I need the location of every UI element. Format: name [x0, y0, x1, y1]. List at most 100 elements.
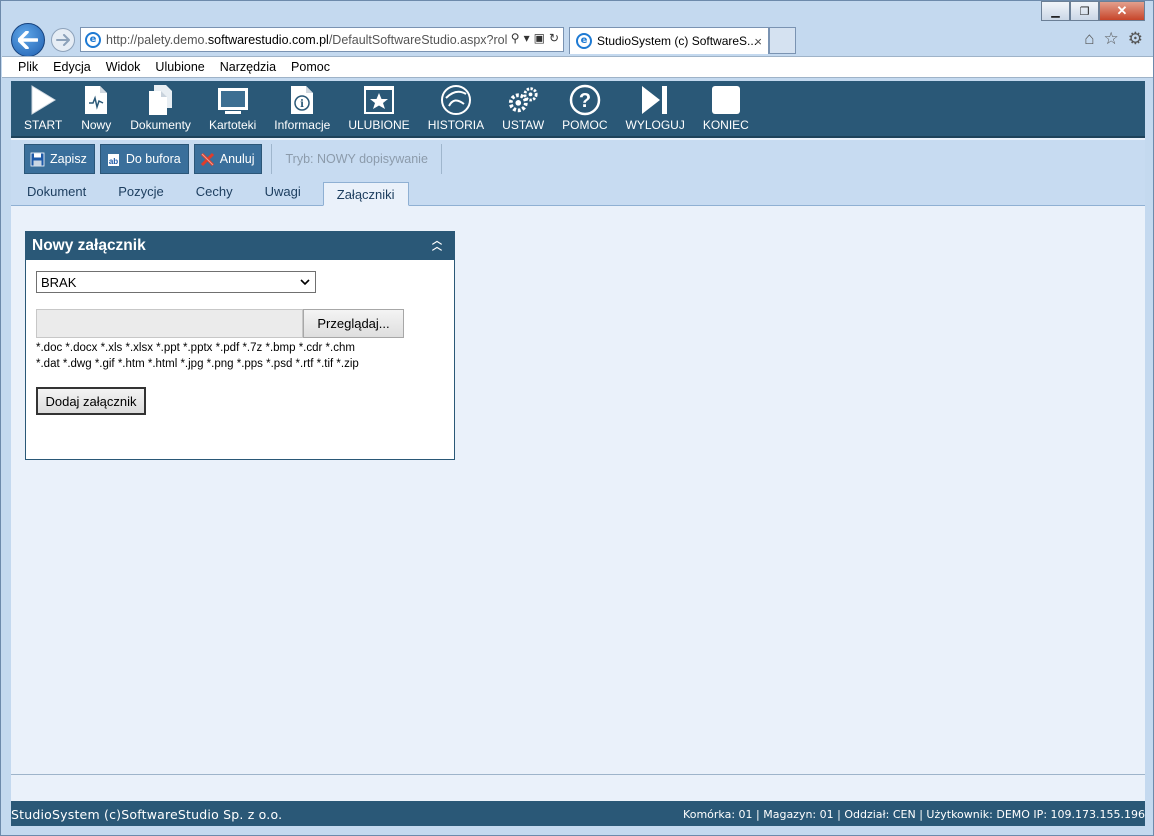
toolbar-dokumenty[interactable]: Dokumenty — [121, 81, 200, 136]
attachment-type-select[interactable]: BRAK — [36, 271, 316, 293]
menu-bar: Plik Edycja Widok Ulubione Narzędzia Pom… — [2, 56, 1153, 78]
tab-dokument[interactable]: Dokument — [17, 178, 96, 205]
chevron-down-icon[interactable]: ▾ — [524, 31, 530, 45]
mode-label: Tryb: NOWY dopisywanie — [285, 152, 428, 166]
svg-text:i: i — [300, 99, 304, 110]
chevron-down-icon — [300, 279, 310, 286]
new-document-icon — [85, 86, 108, 114]
allowed-extensions: *.doc *.docx *.xls *.xlsx *.ppt *.pptx *… — [36, 340, 446, 372]
application: START Nowy Dokumenty Kartoteki i Informa… — [11, 81, 1145, 826]
toolbar-historia[interactable]: HISTORIA — [419, 81, 493, 136]
new-tab-button[interactable] — [769, 27, 796, 54]
collapse-icon[interactable]: ︿ ︿ — [432, 237, 442, 253]
menu-item-narzedzia[interactable]: Narzędzia — [220, 60, 276, 74]
floppy-disk-icon — [30, 152, 45, 166]
toolbar-label: KONIEC — [702, 118, 749, 132]
to-buffer-button[interactable]: ab Do bufora — [99, 144, 189, 174]
monitor-icon — [217, 88, 248, 114]
address-domain: softwarestudio.com.pl — [207, 32, 329, 47]
home-icon[interactable]: ⌂ — [1084, 29, 1094, 49]
save-label: Zapisz — [50, 152, 87, 166]
info-icon: i — [291, 86, 314, 114]
help-icon: ? — [569, 84, 601, 116]
close-window-button[interactable]: ✕ — [1099, 1, 1145, 21]
extensions-line: *.dat *.dwg *.gif *.htm *.html *.jpg *.p… — [36, 358, 359, 370]
buffer-icon: ab — [107, 153, 119, 166]
cancel-label: Anuluj — [219, 152, 255, 166]
favorites-star-icon[interactable]: ☆ — [1104, 29, 1119, 49]
file-path-input[interactable] — [36, 309, 303, 338]
address-suffix: /DefaultSoftwareStudio.aspx?rol — [328, 32, 508, 47]
action-separator — [271, 144, 273, 174]
to-buffer-label: Do bufora — [125, 152, 181, 166]
address-prefix: http://palety.demo. — [106, 32, 208, 47]
tab-pozycje[interactable]: Pozycje — [108, 178, 174, 205]
tab-close-icon[interactable]: × — [754, 34, 762, 49]
menu-item-plik[interactable]: Plik — [18, 60, 38, 74]
toolbar-label: START — [24, 118, 63, 132]
cancel-icon — [200, 152, 214, 166]
toolbar-informacje[interactable]: i Informacje — [265, 81, 339, 136]
gears-icon — [509, 87, 538, 113]
forward-button[interactable] — [51, 28, 75, 52]
toolbar-ulubione[interactable]: ULUBIONE — [339, 81, 418, 136]
back-button[interactable] — [11, 23, 45, 57]
save-button[interactable]: Zapisz — [24, 144, 95, 174]
toolbar-label: HISTORIA — [427, 118, 485, 132]
toolbar-label: USTAW — [502, 118, 545, 132]
tab-content: Nowy załącznik ︿ ︿ BRAK Przeglądaj... *.d… — [11, 207, 1145, 775]
toolbar-label: Kartoteki — [208, 118, 257, 132]
play-icon — [31, 85, 57, 115]
toolbar-start[interactable]: START — [15, 81, 71, 136]
status-bar: StudioSystem (c)SoftwareStudio Sp. z o.o… — [11, 801, 1145, 826]
navigation-row: e http://palety.demo. softwarestudio.com.… — [1, 21, 1153, 57]
toolbar-label: WYLOGUJ — [625, 118, 685, 132]
toolbar-nowy[interactable]: Nowy — [71, 81, 121, 136]
arrow-left-icon — [18, 31, 38, 49]
minimize-button[interactable]: ▁ — [1041, 1, 1070, 21]
settings-gear-icon[interactable]: ⚙ — [1128, 29, 1143, 49]
toolbar-ustaw[interactable]: USTAW — [493, 81, 553, 136]
panel-header: Nowy załącznik ︿ ︿ — [26, 232, 454, 260]
tab-zalaczniki[interactable]: Załączniki — [322, 182, 409, 206]
toolbar-kartoteki[interactable]: Kartoteki — [200, 81, 265, 136]
documents-icon — [148, 85, 172, 115]
toolbar-pomoc[interactable]: ? POMOC — [553, 81, 616, 136]
toolbar-label: Dokumenty — [130, 118, 191, 132]
search-icon[interactable]: ⚲ — [511, 31, 520, 45]
compatibility-icon[interactable]: ▣ — [534, 31, 545, 45]
tab-uwagi[interactable]: Uwagi — [255, 178, 311, 205]
main-toolbar: START Nowy Dokumenty Kartoteki i Informa… — [11, 81, 1145, 138]
add-attachment-button[interactable]: Dodaj załącznik — [36, 387, 146, 415]
browser-window: ▁ ❐ ✕ e http://palety.demo. softwarestudi… — [0, 0, 1154, 836]
browser-icons: ⌂ ☆ ⚙ — [1084, 29, 1143, 49]
toolbar-label: Nowy — [81, 118, 112, 132]
menu-item-ulubione[interactable]: Ulubione — [155, 60, 204, 74]
menu-item-edycja[interactable]: Edycja — [53, 60, 91, 74]
address-bar[interactable]: e http://palety.demo. softwarestudio.com.… — [80, 27, 564, 52]
tab-title: StudioSystem (c) SoftwareS... — [597, 34, 758, 48]
extensions-line: *.doc *.docx *.xls *.xlsx *.ppt *.pptx *… — [36, 342, 355, 354]
tab-cechy[interactable]: Cechy — [186, 178, 243, 205]
svg-text:?: ? — [579, 90, 591, 112]
browse-button[interactable]: Przeglądaj... — [303, 309, 404, 338]
history-icon — [440, 85, 471, 115]
menu-item-widok[interactable]: Widok — [106, 60, 141, 74]
toolbar-label: ULUBIONE — [348, 118, 410, 132]
maximize-button[interactable]: ❐ — [1070, 1, 1099, 21]
action-bar: Zapisz ab Do bufora Anuluj Tryb: NOWY do… — [11, 140, 1145, 178]
cancel-button[interactable]: Anuluj — [193, 144, 263, 174]
refresh-icon[interactable]: ↻ — [549, 31, 559, 45]
action-separator — [440, 144, 442, 174]
ie-page-icon: e — [85, 31, 101, 48]
ie-tab-icon: e — [576, 33, 592, 49]
status-company: StudioSystem (c)SoftwareStudio Sp. z o.o… — [11, 807, 283, 822]
logout-icon — [642, 86, 668, 114]
new-attachment-panel: Nowy załącznik ︿ ︿ BRAK Przeglądaj... *.d… — [25, 231, 455, 460]
browser-tab[interactable]: e StudioSystem (c) SoftwareS... × — [569, 27, 769, 54]
toolbar-wyloguj[interactable]: WYLOGUJ — [617, 81, 694, 136]
toolbar-label: Informacje — [274, 118, 331, 132]
toolbar-koniec[interactable]: KONIEC — [694, 81, 758, 136]
menu-item-pomoc[interactable]: Pomoc — [291, 60, 330, 74]
address-tools: ⚲ ▾ ▣ ↻ — [506, 31, 559, 45]
